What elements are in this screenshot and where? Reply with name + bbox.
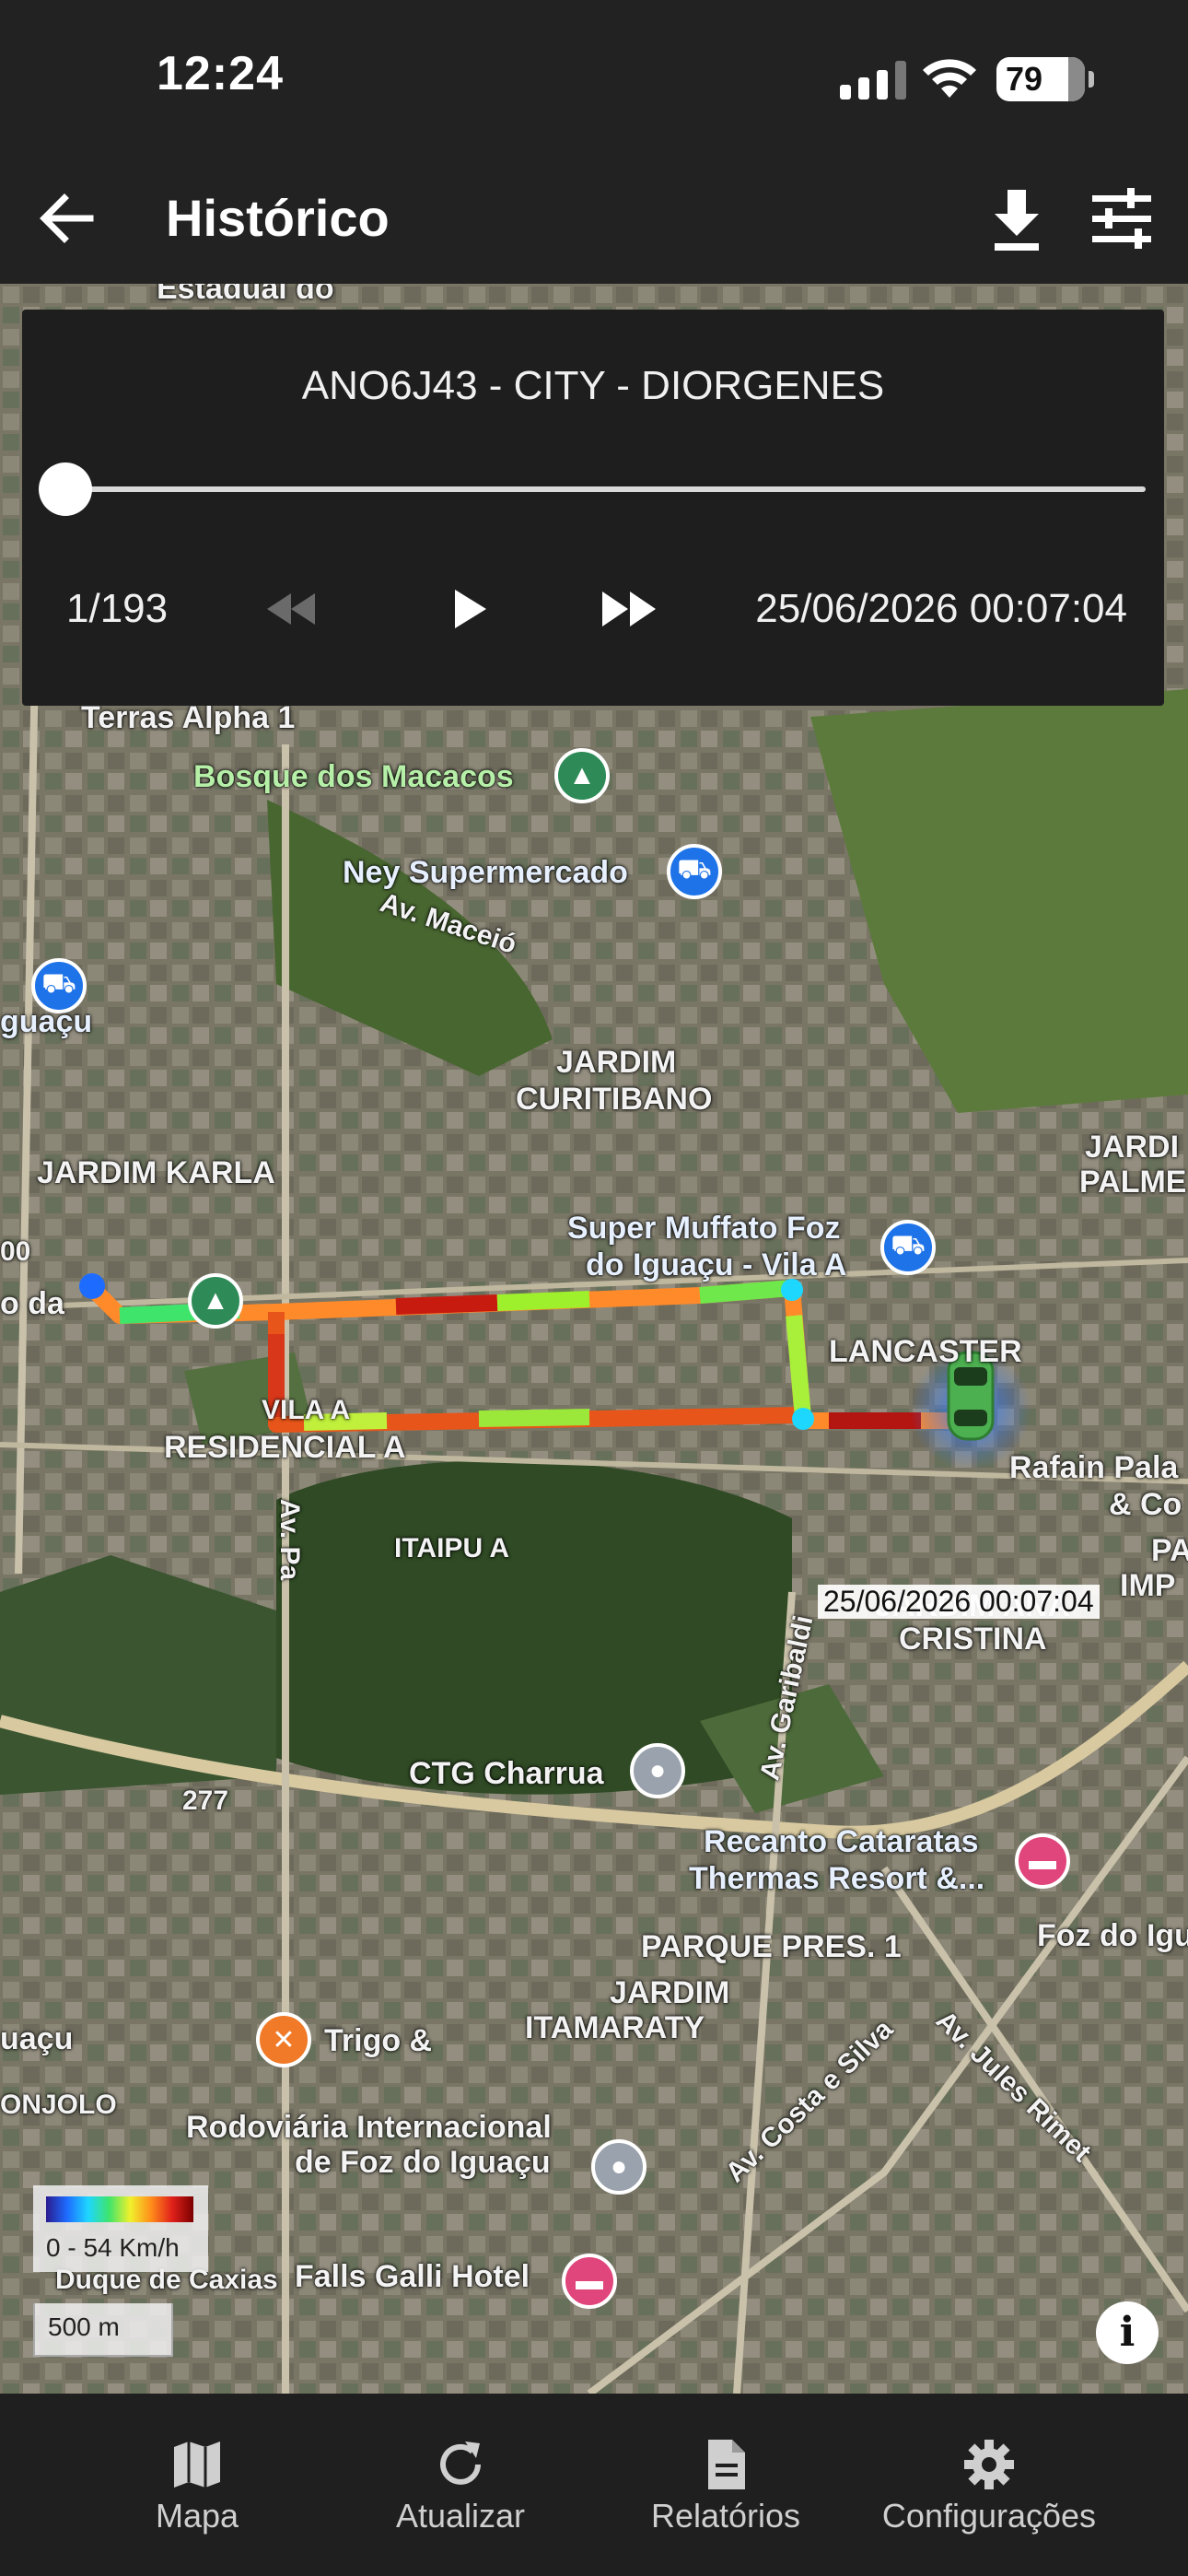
bottom-navigation: Mapa Atualizar Relatórios Configurações	[0, 2394, 1188, 2576]
map-label: VILA A	[262, 1395, 351, 1425]
map-icon	[174, 2441, 220, 2488]
nav-item-relatorios[interactable]: Relatórios	[588, 2436, 864, 2535]
map-label: Super Muffato Foz	[567, 1211, 841, 1246]
battery-icon: 79	[996, 57, 1094, 101]
vehicle-title: ANO6J43 - CITY - DIORGENES	[301, 363, 885, 408]
signal-icon	[840, 61, 906, 100]
fast-forward-icon[interactable]	[588, 577, 670, 641]
map-label: 277	[182, 1786, 229, 1816]
map-label: CURITIBANO	[516, 1082, 713, 1117]
park-icon[interactable]: ▲	[554, 748, 610, 803]
map-label: JARDIM KARLA	[37, 1155, 275, 1190]
map-label: PA	[1151, 1533, 1188, 1568]
slider-thumb[interactable]	[39, 463, 92, 516]
map-label: RESIDENCIAL A	[164, 1430, 406, 1465]
map-label: CTG Charrua	[409, 1756, 604, 1791]
refresh-icon	[440, 2441, 481, 2485]
play-icon[interactable]	[431, 577, 505, 641]
nav-label: Configurações	[881, 2497, 1097, 2535]
restaurant-icon[interactable]: ✕	[256, 2012, 311, 2067]
download-icon[interactable]	[980, 177, 1054, 260]
document-icon	[708, 2440, 745, 2489]
place-pin-icon[interactable]: ●	[630, 1743, 685, 1798]
map-label: ITAIPU A	[394, 1533, 509, 1563]
status-time: 12:24	[157, 47, 284, 100]
map-label: ONJOLO	[0, 2090, 117, 2120]
status-bar: 12:24 79	[0, 0, 1188, 157]
app-bar: Histórico	[0, 157, 1188, 284]
place-pin-icon[interactable]: ●	[591, 2139, 646, 2195]
rewind-icon[interactable]	[254, 577, 328, 641]
playback-panel: ANO6J43 - CITY - DIORGENES 1/193 25/06/2…	[22, 310, 1164, 706]
map-label: PARQUE PRES. 1	[641, 1929, 902, 1964]
map-label: & Co	[1109, 1487, 1182, 1522]
map-label: Foz do Igu	[1037, 1918, 1188, 1953]
map-label: ITAMARATY	[525, 2010, 705, 2045]
hotel-icon[interactable]: ▬	[562, 2254, 617, 2309]
playback-slider[interactable]	[66, 486, 1146, 492]
map-scale: 500 m	[33, 2303, 173, 2357]
map-label: Rodoviária Internacional	[186, 2110, 552, 2145]
map-label: Trigo &	[324, 2023, 433, 2058]
nav-label: Relatórios	[650, 2497, 801, 2535]
battery-level: 79	[1006, 60, 1043, 98]
wifi-icon	[923, 59, 976, 98]
frame-counter: 1/193	[66, 586, 169, 631]
park-icon[interactable]: ▲	[188, 1273, 243, 1329]
map-label: PALME	[1079, 1165, 1187, 1200]
map-label: JARDIM	[610, 1975, 730, 2010]
map-label: Recanto Cataratas	[704, 1824, 979, 1859]
map-label: IMP	[1120, 1568, 1176, 1603]
vehicle-time-label: 25/06/2026 00:07:04	[818, 1585, 1100, 1619]
map-label: uaçu	[0, 2021, 74, 2056]
map-label: JARDI	[1085, 1130, 1180, 1165]
map-label: CRISTINA	[899, 1622, 1047, 1657]
map-label: de Foz do Iguaçu	[295, 2145, 551, 2180]
gear-icon	[964, 2440, 1014, 2489]
legend-text: 0 - 54 Km/h	[46, 2233, 180, 2262]
map-label: Thermas Resort &...	[689, 1861, 985, 1896]
shopping-cart-icon[interactable]: ⛟	[880, 1220, 936, 1275]
info-icon[interactable]: i	[1096, 2301, 1159, 2364]
map-label: guaçu	[0, 1004, 93, 1039]
back-arrow-icon[interactable]	[33, 184, 101, 252]
map-label: JARDIM	[556, 1045, 677, 1080]
map-label: Av. Pa	[274, 1498, 306, 1581]
map-label: Falls Galli Hotel	[295, 2259, 530, 2294]
page-title: Histórico	[166, 189, 390, 247]
map-label: Bosque dos Macacos	[193, 759, 514, 794]
playback-timestamp: 25/06/2026 00:07:04	[755, 586, 1127, 631]
filter-sliders-icon[interactable]	[1083, 177, 1160, 260]
map-label: Ney Supermercado	[343, 855, 628, 890]
shopping-cart-icon[interactable]: ⛟	[667, 844, 722, 899]
map-label: LANCASTER	[829, 1334, 1022, 1369]
nav-item-configuracoes[interactable]: Configurações	[851, 2436, 1127, 2535]
map-label: Rafain Pala	[1009, 1450, 1179, 1485]
map-label: Estadual do	[157, 284, 334, 306]
nav-item-mapa[interactable]: Mapa	[59, 2436, 335, 2535]
map-label: o da	[0, 1286, 64, 1321]
nav-label: Mapa	[155, 2497, 239, 2535]
speed-gradient	[46, 2196, 193, 2222]
speed-legend: 0 - 54 Km/h	[33, 2185, 208, 2272]
nav-item-atualizar[interactable]: Atualizar	[322, 2436, 599, 2535]
map-label: do Iguaçu - Vila A	[586, 1247, 847, 1282]
map-label: 00	[0, 1236, 31, 1267]
nav-label: Atualizar	[395, 2497, 526, 2535]
hotel-icon[interactable]: ▬	[1015, 1833, 1070, 1889]
